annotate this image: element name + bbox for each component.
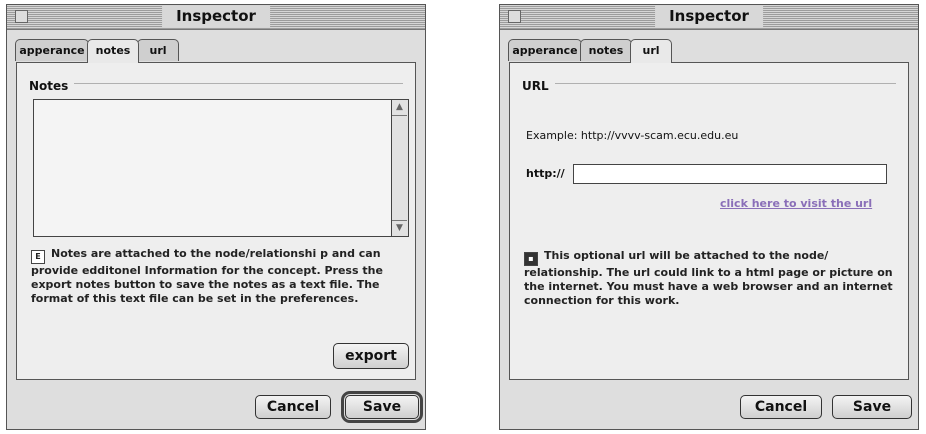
window-title: Inspector	[162, 6, 270, 27]
section-heading: Notes	[29, 75, 403, 93]
help-document-icon: E	[31, 250, 45, 264]
url-panel: URL Example: http://vvvv-scam.ecu.edu.eu…	[509, 62, 909, 380]
tab-notes[interactable]: notes	[580, 39, 632, 61]
close-box-icon[interactable]	[508, 10, 521, 23]
title-bar[interactable]: Inspector	[7, 5, 425, 30]
section-title: Notes	[29, 79, 75, 93]
section-heading: URL	[522, 75, 896, 93]
tab-notes[interactable]: notes	[87, 39, 139, 63]
notes-panel: Notes ▲ ▼ E Notes are attached to the nod…	[16, 62, 416, 380]
tab-url[interactable]: url	[630, 39, 672, 63]
inspector-window-notes: Inspector apperance notes url Notes ▲ ▼ …	[6, 4, 426, 430]
tab-url[interactable]: url	[137, 39, 179, 61]
divider	[29, 83, 403, 84]
notes-textarea[interactable]: ▲ ▼	[33, 99, 409, 237]
window-title: Inspector	[655, 6, 763, 27]
url-prefix-label: http://	[526, 167, 565, 180]
scroll-up-arrow-icon[interactable]: ▲	[392, 100, 407, 116]
cancel-button[interactable]: Cancel	[255, 395, 331, 419]
divider	[522, 83, 896, 84]
help-text-block: ▪ This optional url will be attached to t…	[524, 249, 896, 308]
cancel-button[interactable]: Cancel	[740, 395, 822, 419]
export-button[interactable]: export	[333, 343, 409, 369]
tab-apperance[interactable]: apperance	[15, 39, 89, 61]
vertical-scrollbar[interactable]: ▲ ▼	[391, 100, 408, 236]
section-title: URL	[522, 79, 555, 93]
visit-url-link[interactable]: click here to visit the url	[720, 197, 872, 210]
url-input[interactable]	[573, 164, 887, 184]
help-text: This optional url will be attached to th…	[524, 249, 893, 307]
save-button[interactable]: Save	[832, 395, 912, 419]
tab-apperance[interactable]: apperance	[508, 39, 582, 61]
inspector-window-url: Inspector apperance notes url URL Exampl…	[499, 4, 919, 430]
url-example: Example: http://vvvv-scam.ecu.edu.eu	[526, 129, 739, 142]
close-box-icon[interactable]	[15, 10, 28, 23]
scroll-down-arrow-icon[interactable]: ▼	[392, 220, 407, 236]
help-info-icon: ▪	[524, 252, 538, 266]
help-text: Notes are attached to the node/relations…	[31, 247, 383, 305]
save-button[interactable]: Save	[341, 391, 423, 423]
title-bar[interactable]: Inspector	[500, 5, 918, 30]
help-text-block: E Notes are attached to the node/relation…	[31, 247, 403, 306]
